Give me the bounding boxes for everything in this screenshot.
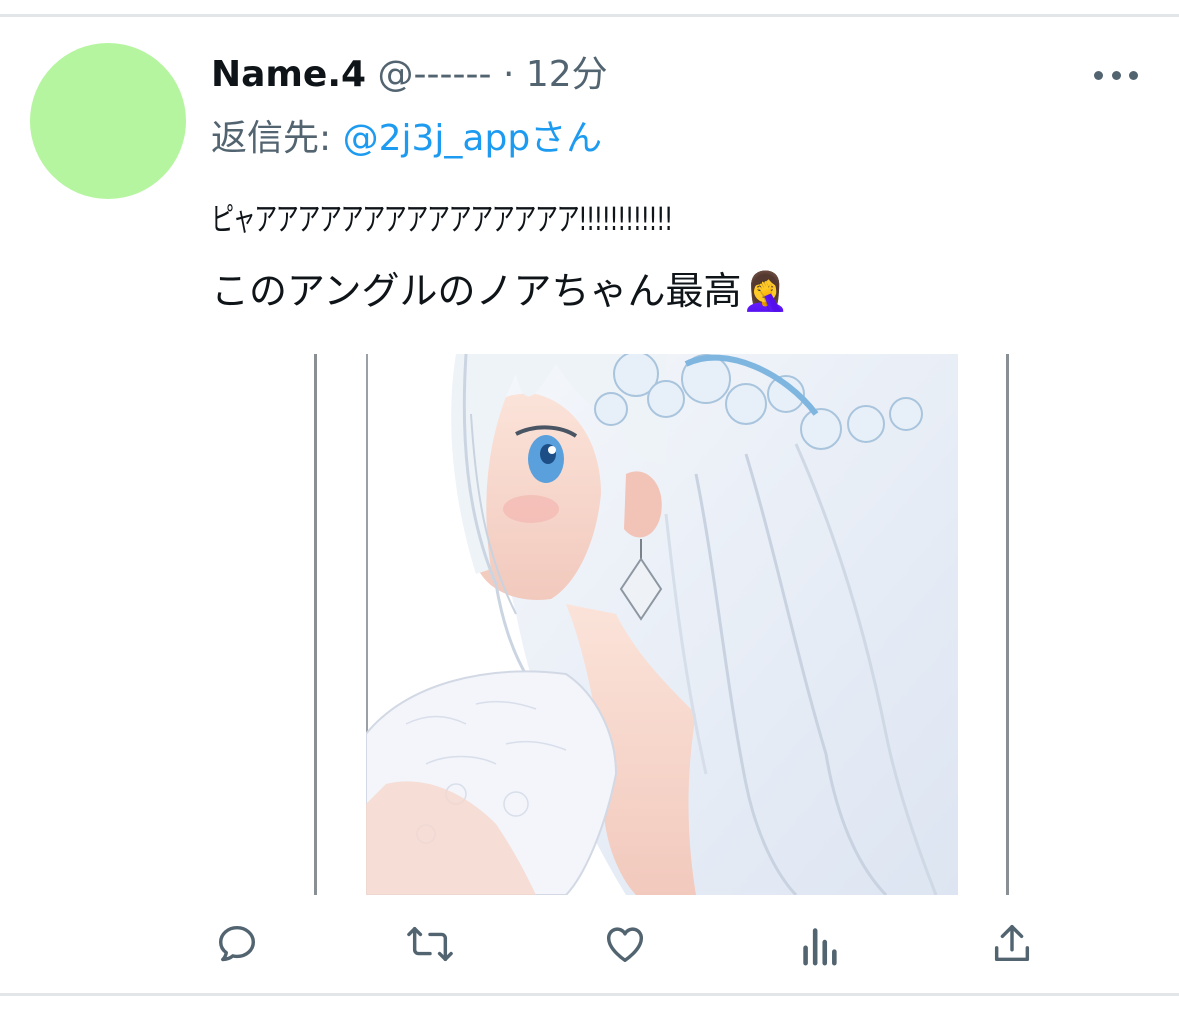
author-name[interactable]: Name.4 [211,54,366,95]
media-border-left [314,354,317,895]
top-divider [0,14,1179,17]
reply-to: 返信先: @2j3j_appさん [211,116,602,162]
reply-icon[interactable] [209,916,265,972]
action-bar [0,916,1179,976]
bottom-divider [0,993,1179,996]
reply-to-label: 返信先: [211,118,332,159]
tweet-header: Name.4 @------ · 12分 [211,52,608,98]
anime-illustration [366,354,958,895]
tweet-text-line-1: ピャアアアアアアアアアアアアアアア!!!!!!!!!!!! [211,200,673,238]
author-handle[interactable]: @------ [378,54,492,95]
views-icon[interactable] [791,916,847,972]
like-icon[interactable] [597,916,653,972]
media-border-right [1006,354,1009,895]
tweet-media-image[interactable] [314,354,1009,895]
retweet-icon[interactable] [402,916,458,972]
share-icon[interactable] [984,916,1040,972]
avatar[interactable] [30,43,186,199]
reply-to-link[interactable]: @2j3j_appさん [343,118,603,159]
tweet-text-line-2: このアングルのノアちゃん最高🤦‍♀️ [211,269,789,313]
timestamp[interactable]: 12分 [526,54,608,95]
separator-dot: · [502,54,515,95]
more-options-icon[interactable] [1094,58,1138,92]
